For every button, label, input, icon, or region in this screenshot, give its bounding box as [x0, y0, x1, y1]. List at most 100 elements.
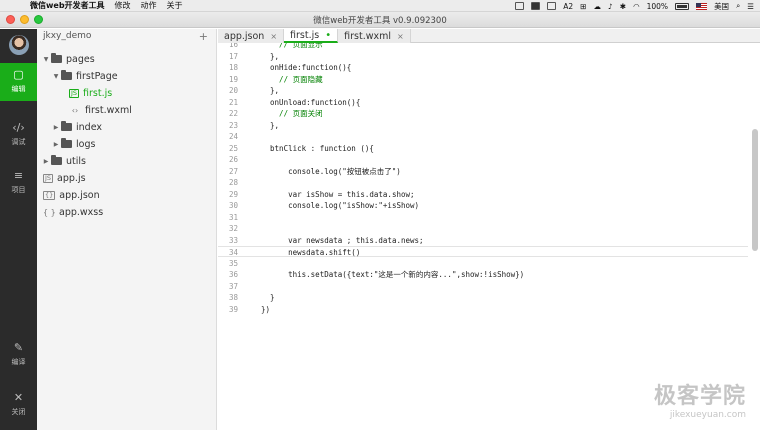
tab-label: first.js	[290, 29, 320, 41]
code-line[interactable]: 19 // 页面隐藏	[218, 74, 748, 85]
project-header: jkxy_demo +	[37, 29, 216, 43]
tool-edit[interactable]: ▢ 编辑	[0, 63, 37, 101]
add-file-icon[interactable]: +	[199, 30, 208, 43]
code-line[interactable]: 25 btnClick : function (){	[218, 143, 748, 154]
line-number: 19	[228, 74, 238, 84]
status-cloud-icon[interactable]: ☁	[593, 2, 601, 11]
code-text: this.setData({text:"这是一个新的内容...",show:!i…	[261, 270, 525, 279]
folder-icon	[51, 155, 62, 165]
tree-node-utils[interactable]: ▶ utils	[41, 153, 86, 169]
tree-node-first-wxml[interactable]: ‹› first.wxml	[69, 102, 132, 118]
code-line[interactable]: 34 newsdata.shift()	[218, 246, 748, 257]
code-text: // 页面显示	[261, 43, 323, 49]
status-wifi-icon[interactable]: ◠	[633, 2, 640, 11]
tree-node-logs[interactable]: ▶ logs	[51, 136, 95, 152]
code-editor[interactable]: 16 // 页面显示 17 }, 18 onHide:function(){19 /…	[218, 43, 760, 430]
menu-app-name[interactable]: 微信web开发者工具	[30, 0, 105, 11]
spotlight-search-icon[interactable]: ⌕	[736, 1, 740, 11]
code-line[interactable]: 31	[218, 212, 748, 223]
tool-edit-label: 编辑	[11, 85, 26, 93]
tab-first-wxml[interactable]: first.wxml ×	[338, 29, 411, 43]
unsaved-dot-icon[interactable]: •	[325, 30, 331, 41]
us-flag-icon[interactable]	[696, 2, 708, 10]
tab-label: first.wxml	[344, 30, 391, 42]
tool-debug[interactable]: ‹/› 调试	[0, 121, 37, 151]
code-line[interactable]: 37	[218, 281, 748, 292]
avatar[interactable]	[9, 35, 29, 55]
line-number: 25	[228, 143, 238, 153]
folder-icon	[51, 53, 62, 63]
code-line[interactable]: 22 // 页面关闭	[218, 108, 748, 119]
menu-edit[interactable]: 修改	[115, 0, 131, 11]
code-text: var newsdata ; this.data.news;	[261, 235, 424, 245]
menu-action[interactable]: 动作	[141, 0, 157, 11]
code-text: },	[261, 120, 280, 130]
status-bluetooth-icon[interactable]: ✱	[620, 2, 626, 11]
close-tab-icon[interactable]: ×	[397, 32, 404, 41]
line-number: 36	[228, 270, 238, 279]
tab-first-js[interactable]: first.js •	[284, 29, 339, 43]
tool-project[interactable]: ≡ 项目	[0, 169, 37, 199]
code-line[interactable]: 18 onHide:function(){	[218, 62, 748, 73]
code-text: onHide:function(){	[261, 63, 352, 72]
code-line[interactable]: 17 },	[218, 51, 748, 62]
tab-app-json[interactable]: app.json ×	[218, 29, 285, 43]
code-line[interactable]: 30 console.log("isShow:"+isShow)	[218, 200, 748, 211]
code-line[interactable]: 32	[218, 223, 748, 234]
chevron-right-icon[interactable]: ▶	[41, 158, 51, 165]
line-number: 28	[228, 178, 238, 187]
file-tree-panel: jkxy_demo + ▼ pages ▼ firstPage JS first…	[37, 29, 217, 430]
code-line[interactable]: 35	[218, 258, 748, 269]
chevron-right-icon[interactable]: ▶	[51, 124, 61, 131]
code-line[interactable]: 21 onUnload:function(){	[218, 97, 748, 108]
tree-node-label: app.js	[57, 172, 86, 184]
code-line[interactable]: 29 var isShow = this.data.show;	[218, 189, 748, 200]
tree-node-app-json[interactable]: {} app.json	[43, 187, 100, 203]
status-grid-icon[interactable]: ⊞	[580, 2, 586, 11]
tree-node-firstpage[interactable]: ▼ firstPage	[51, 68, 118, 84]
close-tab-icon[interactable]: ×	[270, 32, 277, 41]
chevron-right-icon[interactable]: ▶	[51, 141, 61, 148]
status-volume-icon[interactable]: ♪	[608, 2, 613, 11]
menu-about[interactable]: 关于	[167, 0, 183, 11]
code-line[interactable]: 38 }	[218, 292, 748, 303]
code-line[interactable]: 26	[218, 154, 748, 165]
code-line[interactable]: 28	[218, 177, 748, 188]
code-line[interactable]: 16 // 页面显示	[218, 43, 748, 50]
line-number: 22	[228, 109, 238, 118]
project-name: jkxy_demo	[43, 31, 92, 41]
tree-node-app-wxss[interactable]: { } app.wxss	[43, 204, 103, 220]
status-box-icon[interactable]	[547, 2, 557, 10]
code-line[interactable]: 20 },	[218, 85, 748, 96]
code-line[interactable]: 27 console.log("按钮被点击了")	[218, 166, 748, 177]
tree-node-label: pages	[66, 53, 95, 65]
code-line[interactable]: 39})	[218, 304, 748, 315]
code-line[interactable]: 24	[218, 131, 748, 142]
code-line[interactable]: 23 },	[218, 120, 748, 131]
tool-compile[interactable]: ✎ 编译	[0, 341, 37, 371]
tree-node-app-js[interactable]: JS app.js	[43, 170, 86, 186]
chevron-down-icon[interactable]: ▼	[41, 56, 51, 63]
tree-node-index[interactable]: ▶ index	[51, 119, 102, 135]
line-number: 38	[228, 293, 238, 302]
notification-center-icon[interactable]: ☰	[747, 2, 754, 11]
code-text: },	[261, 51, 280, 61]
tool-debug-label: 调试	[11, 138, 26, 146]
input-language[interactable]: 美国	[714, 1, 729, 12]
status-a-icon[interactable]: A2	[563, 2, 573, 11]
code-line[interactable]: 36 this.setData({text:"这是一个新的内容...",show…	[218, 269, 748, 280]
tree-node-first-js[interactable]: JS first.js	[69, 85, 112, 101]
folder-icon	[61, 138, 72, 148]
code-editor-icon: ▢	[13, 68, 24, 81]
code-line[interactable]: 33 var newsdata ; this.data.news;	[218, 235, 748, 246]
chevron-down-icon[interactable]: ▼	[51, 73, 61, 80]
line-number: 30	[228, 201, 238, 210]
tool-close[interactable]: ✕ 关闭	[0, 391, 37, 421]
status-window-icon[interactable]	[515, 2, 525, 10]
status-app-icon[interactable]	[531, 2, 541, 10]
editor-scrollbar[interactable]	[752, 129, 758, 251]
tree-node-pages[interactable]: ▼ pages	[41, 51, 95, 67]
close-icon: ✕	[13, 391, 24, 404]
battery-icon[interactable]	[675, 2, 690, 10]
macos-menu-bar: 微信web开发者工具 修改 动作 关于 A2 ⊞ ☁ ♪ ✱ ◠ 100% 美国…	[0, 0, 760, 12]
